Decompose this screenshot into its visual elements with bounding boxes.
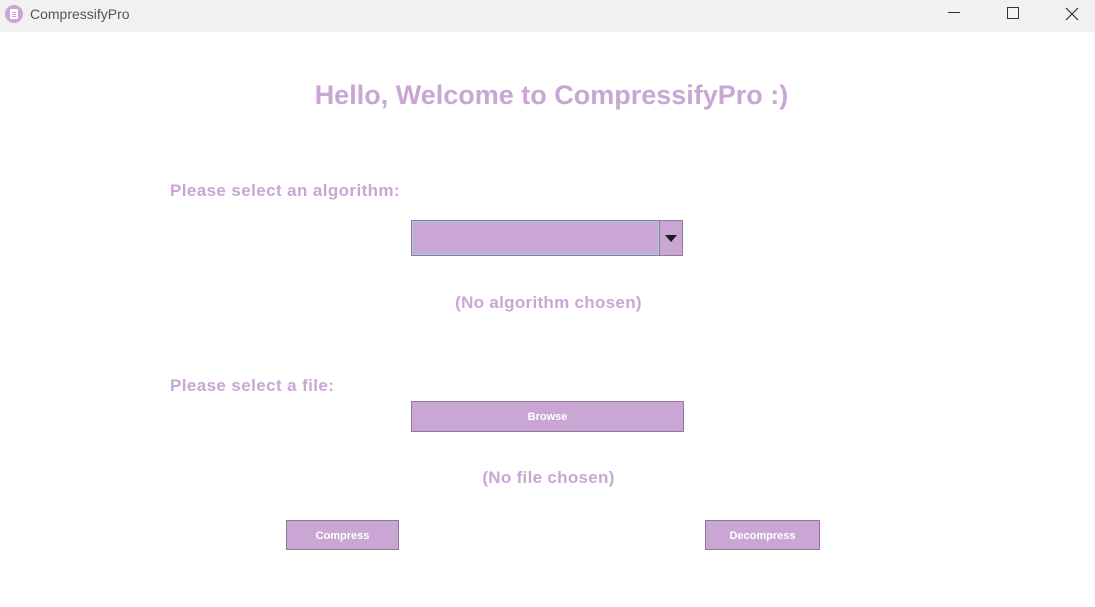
maximize-icon xyxy=(1007,7,1019,19)
decompress-button[interactable]: Decompress xyxy=(705,520,820,550)
close-button[interactable] xyxy=(1049,0,1095,32)
minimize-button[interactable] xyxy=(932,0,978,32)
window-title: CompressifyPro xyxy=(30,6,130,22)
algorithm-status-text: (No algorithm chosen) xyxy=(455,293,642,312)
app-document-icon xyxy=(5,5,23,23)
close-icon xyxy=(1065,7,1079,21)
algorithm-dropdown[interactable] xyxy=(411,220,683,256)
algorithm-label: Please select an algorithm: xyxy=(170,181,400,200)
title-bar[interactable]: CompressifyPro xyxy=(0,0,1095,32)
browse-button[interactable]: Browse xyxy=(411,401,684,432)
chevron-down-icon[interactable] xyxy=(659,221,682,255)
maximize-button[interactable] xyxy=(990,0,1036,32)
minimize-icon xyxy=(948,12,960,13)
algorithm-selected-value[interactable] xyxy=(412,221,659,255)
file-status-text: (No file chosen) xyxy=(482,468,615,487)
welcome-heading: Hello, Welcome to CompressifyPro :) xyxy=(314,80,789,110)
file-label: Please select a file: xyxy=(170,376,335,395)
app-window: CompressifyPro Hello, Welcome to Compres… xyxy=(0,0,1095,607)
compress-button[interactable]: Compress xyxy=(286,520,399,550)
